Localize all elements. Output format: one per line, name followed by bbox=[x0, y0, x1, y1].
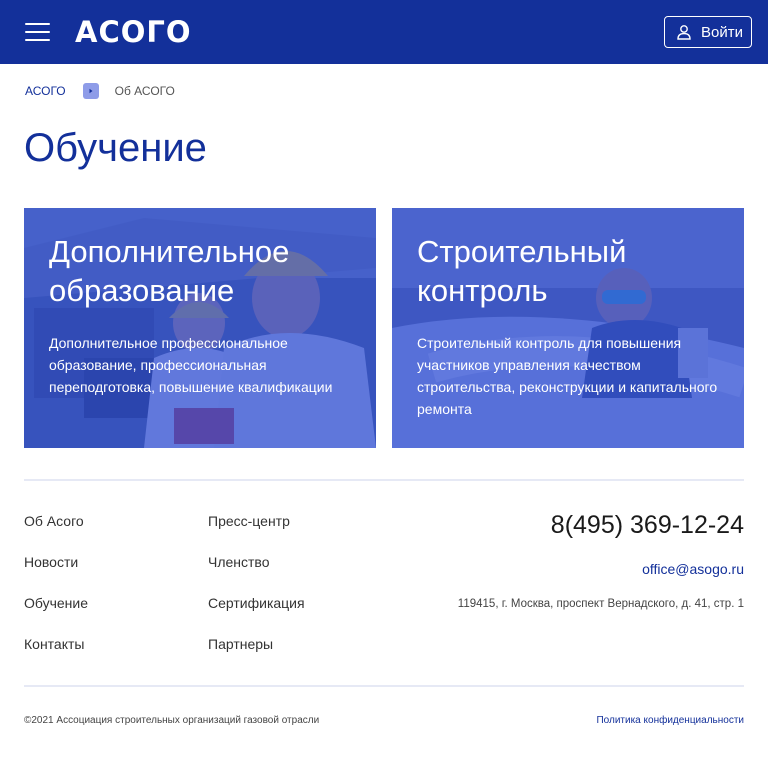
footer-link-education[interactable]: Обучение bbox=[24, 593, 88, 634]
footer-link-about[interactable]: Об Асого bbox=[24, 511, 88, 552]
contact-email[interactable]: office@asogo.ru bbox=[642, 561, 744, 577]
footer-link-membership[interactable]: Членство bbox=[208, 552, 305, 593]
site-logo[interactable]: АСОГО bbox=[75, 13, 192, 51]
page-title: Обучение bbox=[24, 126, 207, 170]
breadcrumb-current: Об АСОГО bbox=[114, 84, 175, 98]
menu-icon[interactable] bbox=[25, 22, 50, 42]
footer-bottom-divider bbox=[24, 685, 744, 687]
footer-link-news[interactable]: Новости bbox=[24, 552, 88, 593]
footer-link-certification[interactable]: Сертификация bbox=[208, 593, 305, 634]
card-description: Дополнительное профессиональное образова… bbox=[49, 335, 333, 395]
contact-phone[interactable]: 8(495) 369-12-24 bbox=[551, 511, 744, 540]
card-additional-education[interactable]: Дополнительное образование Дополнительно… bbox=[24, 208, 376, 448]
login-button[interactable]: Войти bbox=[664, 16, 752, 48]
card-description: Строительный контроль для повышения учас… bbox=[417, 335, 718, 417]
card-construction-control[interactable]: Строительный контроль Строительный контр… bbox=[392, 208, 744, 448]
footer-divider bbox=[24, 479, 744, 481]
breadcrumb: АСОГО Об АСОГО bbox=[25, 82, 175, 100]
footer-nav-column-1: Об Асого Новости Обучение Контакты bbox=[24, 511, 88, 675]
footer-link-partners[interactable]: Партнеры bbox=[208, 634, 305, 675]
breadcrumb-home-link[interactable]: АСОГО bbox=[25, 84, 66, 98]
footer-link-press[interactable]: Пресс-центр bbox=[208, 511, 305, 552]
contact-address: 119415, г. Москва, проспект Вернадского,… bbox=[457, 598, 744, 610]
privacy-policy-link[interactable]: Политика конфиденциальности bbox=[596, 715, 744, 726]
site-header: АСОГО Войти bbox=[0, 0, 768, 64]
footer-link-contacts[interactable]: Контакты bbox=[24, 634, 88, 675]
chevron-right-icon bbox=[82, 83, 99, 99]
copyright: ©2021 Ассоциация строительных организаци… bbox=[24, 715, 320, 726]
card-title: Дополнительное образование bbox=[49, 234, 290, 308]
footer-nav-column-2: Пресс-центр Членство Сертификация Партне… bbox=[208, 511, 305, 675]
login-label: Войти bbox=[701, 23, 743, 41]
user-icon bbox=[677, 25, 691, 40]
card-title: Строительный контроль bbox=[417, 234, 627, 308]
